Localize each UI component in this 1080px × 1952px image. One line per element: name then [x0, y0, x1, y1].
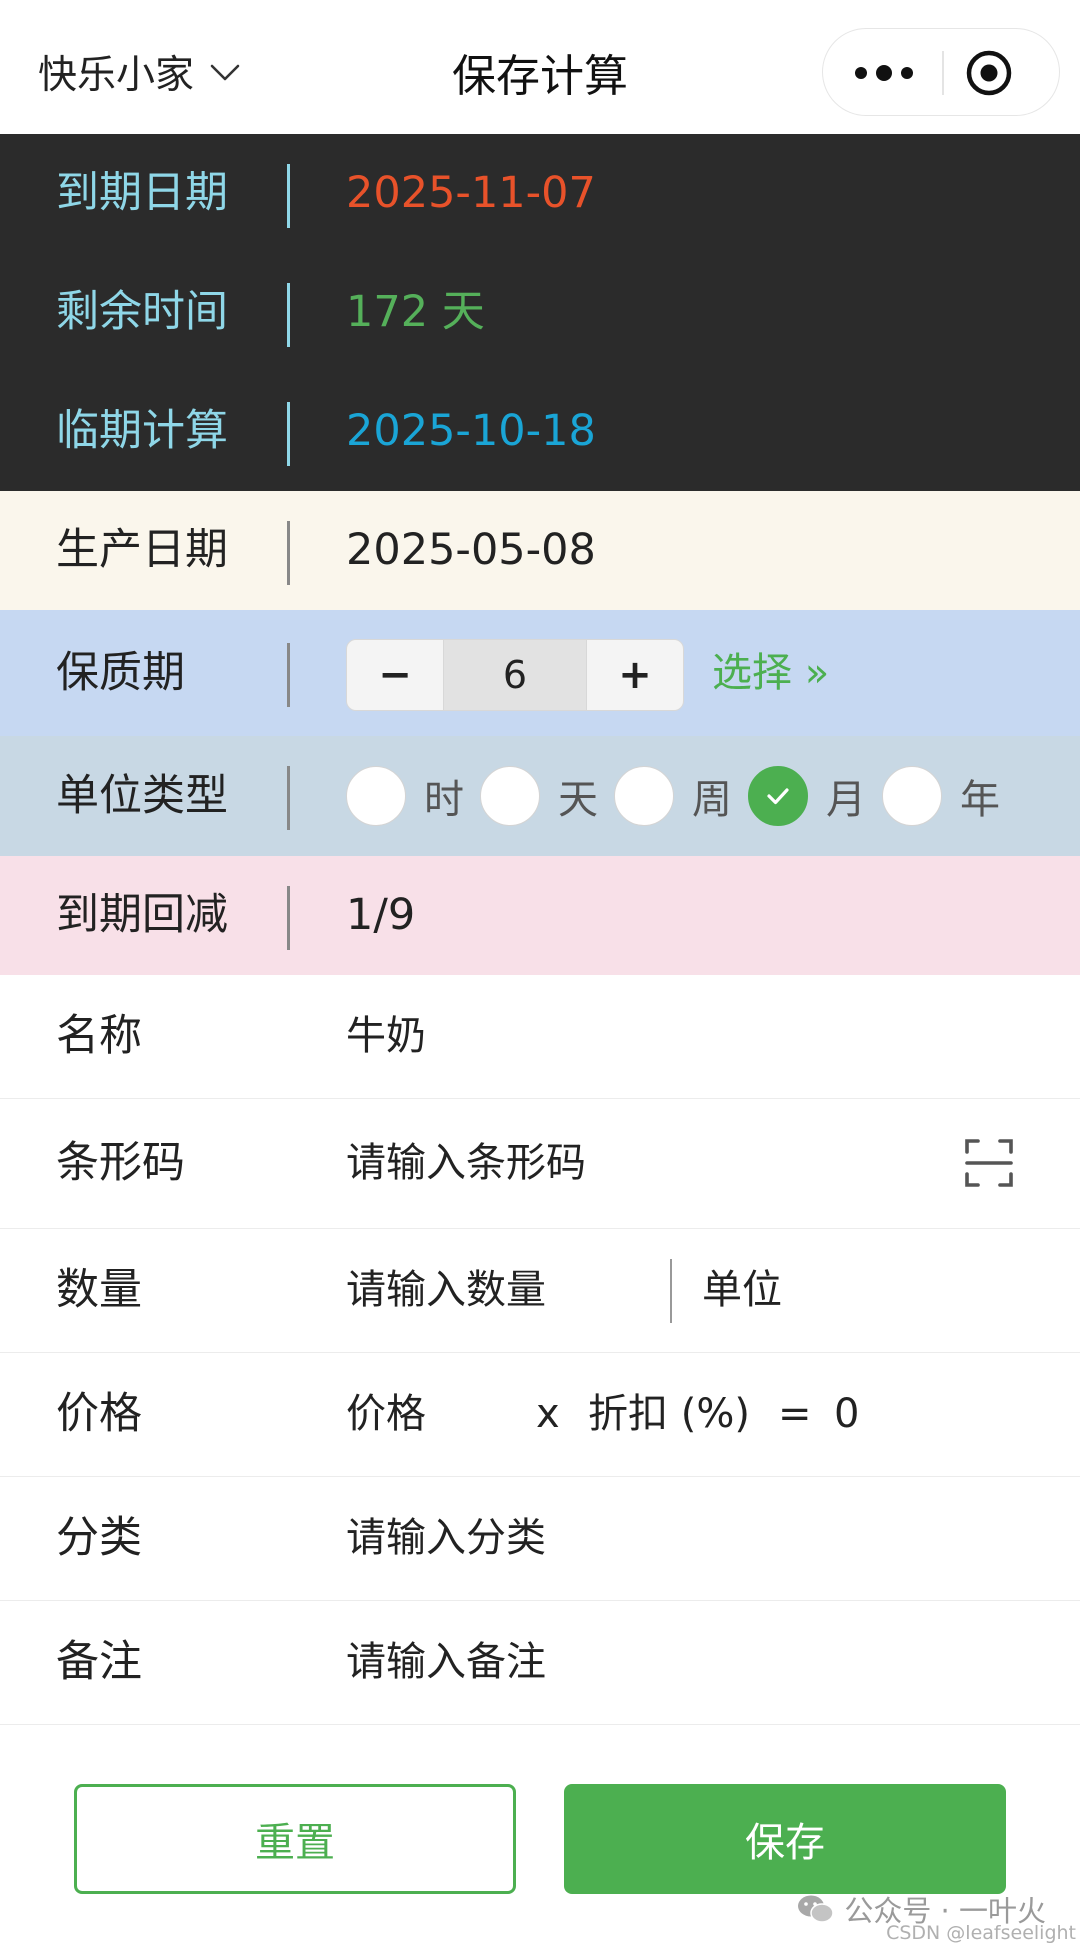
navbar: 快乐小家 保存计算 [0, 0, 1080, 134]
category-row: 分类 请输入分类 [0, 1477, 1080, 1601]
divider [287, 402, 290, 466]
note-input[interactable]: 请输入备注 [346, 1601, 546, 1723]
unit-type-label: 单位类型 [56, 771, 228, 821]
radio-circle[interactable] [480, 766, 540, 826]
divider [287, 886, 290, 950]
divider [287, 521, 290, 585]
multiply-sign: x [536, 1391, 560, 1437]
expiry-reduction-row[interactable]: 到期回减 1/9 [0, 856, 1080, 975]
close-target-icon[interactable] [965, 49, 1013, 97]
home-switcher[interactable]: 快乐小家 [38, 46, 242, 98]
production-date-value[interactable]: 2025-05-08 [346, 491, 596, 610]
shelf-life-value[interactable]: 6 [444, 639, 586, 711]
capsule-divider [942, 51, 944, 95]
increment-button[interactable]: + [586, 639, 684, 711]
chevron-down-icon [210, 64, 240, 81]
production-date-row[interactable]: 生产日期 2025-05-08 [0, 491, 1080, 610]
divider [287, 766, 290, 830]
shelf-life-stepper: − 6 + [346, 639, 684, 711]
unit-type-radio-group: 时 天 周 月 年 [346, 736, 1016, 856]
radio-circle[interactable] [346, 766, 406, 826]
barcode-row: 条形码 请输入条形码 [0, 1099, 1080, 1229]
barcode-input[interactable]: 请输入条形码 [346, 1099, 586, 1227]
divider [287, 643, 290, 707]
price-total: 0 [834, 1391, 860, 1437]
expiry-date-label: 到期日期 [56, 168, 228, 218]
radio-label: 周 [692, 777, 732, 823]
unit-option-hour[interactable]: 时 [346, 766, 464, 826]
name-row: 名称 牛奶 [0, 975, 1080, 1099]
unit-input[interactable]: 单位 [702, 1229, 782, 1351]
decrement-button[interactable]: − [346, 639, 444, 711]
mini-program-capsule [822, 28, 1060, 116]
unit-option-year[interactable]: 年 [882, 766, 1000, 826]
wechat-icon [798, 1895, 835, 1923]
more-icon[interactable] [849, 51, 919, 95]
remaining-time-label: 剩余时间 [56, 287, 228, 337]
shelf-life-label: 保质期 [56, 648, 185, 698]
unit-option-month[interactable]: 月 [748, 766, 866, 826]
radio-circle[interactable] [882, 766, 942, 826]
name-label: 名称 [56, 1011, 142, 1061]
divider [287, 283, 290, 347]
note-label: 备注 [56, 1637, 142, 1687]
expiry-date-row: 到期日期 2025-11-07 [0, 134, 1080, 253]
production-date-label: 生产日期 [56, 525, 228, 575]
near-expiry-row: 临期计算 2025-10-18 [0, 372, 1080, 491]
name-input[interactable]: 牛奶 [346, 975, 426, 1097]
radio-circle[interactable] [614, 766, 674, 826]
scan-icon[interactable] [964, 1138, 1014, 1188]
note-row: 备注 请输入备注 [0, 1601, 1080, 1725]
price-row: 价格 价格 x 折扣 (%) = 0 [0, 1353, 1080, 1477]
discount-input[interactable]: 折扣 (%) [588, 1353, 750, 1475]
radio-label: 年 [960, 777, 1000, 823]
save-button[interactable]: 保存 [564, 1784, 1006, 1894]
unit-option-week[interactable]: 周 [614, 766, 732, 826]
home-name: 快乐小家 [38, 53, 195, 98]
radio-label: 天 [558, 777, 598, 823]
price-label: 价格 [56, 1389, 142, 1439]
category-input[interactable]: 请输入分类 [346, 1477, 546, 1599]
remaining-time-row: 剩余时间 172 天 [0, 253, 1080, 372]
checkmark-icon [767, 788, 789, 805]
unit-option-day[interactable]: 天 [480, 766, 598, 826]
near-expiry-value: 2025-10-18 [346, 406, 596, 456]
quantity-label: 数量 [56, 1265, 142, 1315]
divider [670, 1259, 672, 1323]
watermark-source: CSDN @leafseelight [886, 1922, 1076, 1944]
radio-label: 时 [424, 777, 464, 823]
quantity-row: 数量 请输入数量 单位 [0, 1229, 1080, 1353]
barcode-label: 条形码 [56, 1138, 185, 1188]
divider [287, 164, 290, 228]
quantity-input[interactable]: 请输入数量 [346, 1229, 546, 1351]
expiry-date-value: 2025-11-07 [346, 168, 596, 218]
expiry-reduction-value[interactable]: 1/9 [346, 856, 415, 975]
expiry-reduction-label: 到期回减 [56, 890, 228, 940]
remaining-time-value: 172 天 [346, 287, 485, 337]
shelf-life-row: 保质期 − 6 + 选择 » [0, 610, 1080, 736]
near-expiry-label: 临期计算 [56, 406, 228, 456]
reset-button[interactable]: 重置 [74, 1784, 516, 1894]
equals-sign: = [778, 1391, 812, 1437]
unit-type-row: 单位类型 时 天 周 月 年 [0, 736, 1080, 856]
radio-label: 月 [826, 777, 866, 823]
select-preset-link[interactable]: 选择 » [712, 610, 829, 736]
price-input[interactable]: 价格 [346, 1353, 426, 1475]
category-label: 分类 [56, 1513, 142, 1563]
radio-circle[interactable] [748, 766, 808, 826]
